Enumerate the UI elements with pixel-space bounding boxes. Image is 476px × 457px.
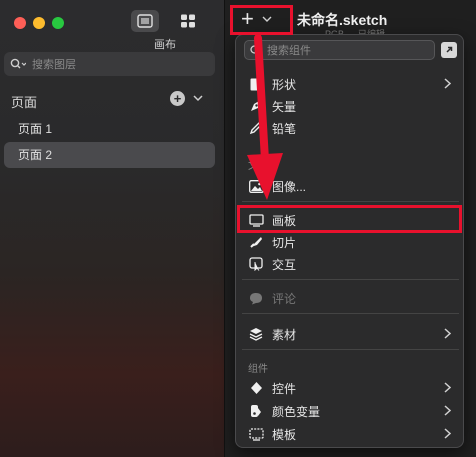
- chevron-right-icon: [444, 405, 451, 416]
- menu-item-interaction[interactable]: 交互: [242, 253, 459, 275]
- menu-divider: [242, 313, 459, 314]
- chevron-down-icon[interactable]: [192, 92, 204, 104]
- menu-item-label: 矢量: [272, 99, 297, 114]
- zoom-window-button[interactable]: [52, 17, 64, 29]
- menu-item-shape[interactable]: 形状: [242, 73, 459, 95]
- pages-header: 页面: [11, 95, 38, 110]
- view-label: 画布: [154, 39, 176, 51]
- detach-menu-button[interactable]: [441, 42, 457, 58]
- grid-icon: [181, 14, 195, 28]
- grid-view-button[interactable]: [174, 10, 202, 32]
- menu-item-comment: 评论: [242, 287, 459, 309]
- menu-divider: [242, 201, 459, 202]
- section-label-text: 文本: [248, 161, 268, 172]
- menu-item-templates[interactable]: 模板: [242, 423, 459, 445]
- menu-item-color-variables[interactable]: 颜色变量: [242, 400, 459, 422]
- menu-item-label: 素材: [272, 327, 297, 342]
- menu-item-assets[interactable]: 素材: [242, 323, 459, 345]
- pencil-icon: [249, 122, 262, 135]
- component-search-input[interactable]: 搜索组件: [244, 40, 435, 60]
- page-item[interactable]: 页面 1: [4, 116, 215, 142]
- chevron-right-icon: [444, 428, 451, 439]
- expand-arrow-icon: [446, 46, 453, 53]
- color-drop-icon: [251, 405, 261, 417]
- diamond-icon: [250, 382, 262, 394]
- pen-icon: [251, 101, 261, 111]
- square-shape-icon: [250, 78, 262, 90]
- menu-divider: [242, 279, 459, 280]
- menu-item-label: 模板: [272, 427, 297, 442]
- page-item-selected[interactable]: 页面 2: [4, 142, 215, 168]
- minimize-window-button[interactable]: [33, 17, 45, 29]
- close-window-button[interactable]: [14, 17, 26, 29]
- menu-item-vector[interactable]: 矢量: [242, 95, 459, 117]
- menu-item-label: 颜色变量: [272, 404, 321, 419]
- component-search-placeholder: 搜索组件: [267, 45, 311, 57]
- menu-divider: [242, 349, 459, 350]
- canvas-view-button[interactable]: [131, 10, 159, 32]
- annotation-highlight-insert: [230, 5, 293, 35]
- menu-item-label: 切片: [272, 235, 297, 250]
- menu-item-slice[interactable]: 切片: [242, 231, 459, 253]
- search-icon: [250, 44, 261, 55]
- menu-item-label: 形状: [272, 77, 297, 92]
- chevron-right-icon: [444, 78, 451, 89]
- knife-icon: [250, 237, 262, 248]
- annotation-highlight-artboard: [237, 205, 462, 233]
- menu-item-label: 控件: [272, 381, 297, 396]
- sidebar: 画布 搜索图层 页面 + 页面 1 页面 2: [0, 0, 224, 457]
- canvas-icon: [137, 14, 153, 28]
- section-label-components: 组件: [248, 364, 268, 375]
- add-page-button[interactable]: +: [170, 91, 185, 106]
- menu-item-image[interactable]: 图像...: [242, 175, 459, 197]
- menu-item-symbols[interactable]: 控件: [242, 377, 459, 399]
- search-icon: [10, 58, 26, 69]
- layer-search-placeholder: 搜索图层: [32, 59, 76, 71]
- comment-icon: [250, 292, 262, 304]
- interaction-icon: [249, 257, 263, 271]
- insert-menu: 搜索组件 形状 矢量 铅笔 文本 图像... 画板 切片 交互 评论 素材 组件…: [235, 34, 464, 448]
- chevron-right-icon: [444, 328, 451, 339]
- menu-item-label: 交互: [272, 257, 297, 272]
- menu-item-label: 图像...: [272, 179, 307, 194]
- chevron-right-icon: [444, 382, 451, 393]
- layer-search-input[interactable]: 搜索图层: [4, 52, 215, 76]
- image-icon: [248, 179, 264, 193]
- layers-icon: [249, 328, 263, 341]
- template-icon: [248, 427, 264, 441]
- menu-item-pencil[interactable]: 铅笔: [242, 117, 459, 139]
- menu-item-label: 评论: [272, 291, 297, 306]
- menu-item-label: 铅笔: [272, 121, 297, 136]
